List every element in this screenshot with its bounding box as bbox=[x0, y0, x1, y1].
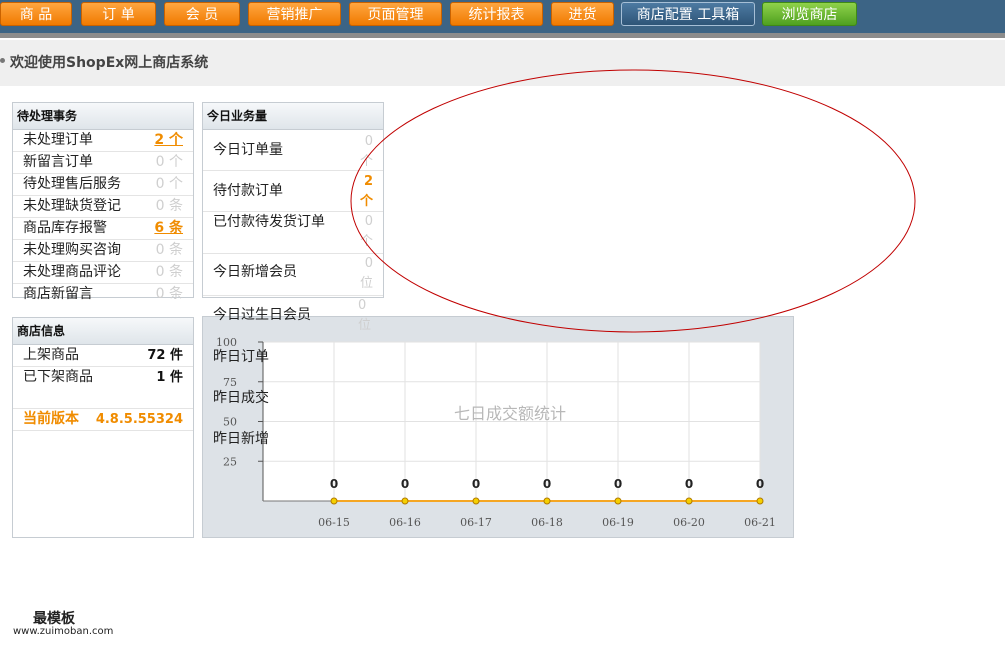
shop-info-label: 上架商品 bbox=[23, 347, 79, 363]
tab-members[interactable]: 会 员 bbox=[164, 2, 240, 26]
pending-label: 未处理商品评论 bbox=[23, 264, 121, 280]
list-item: 当前版本 4.8.5.55324 bbox=[13, 409, 193, 431]
shop-info-value: 1 件 bbox=[156, 370, 183, 385]
x-tick-label: 06-15 bbox=[318, 516, 350, 529]
list-item: 未处理商品评论 0 条 bbox=[13, 262, 193, 284]
tab-purchase[interactable]: 进货 bbox=[551, 2, 614, 26]
list-item[interactable]: 商品库存报警 6 条 bbox=[13, 218, 193, 240]
shop-info-title: 商店信息 bbox=[13, 318, 193, 345]
pending-count-link[interactable]: 2 个 bbox=[154, 130, 183, 151]
pending-count: 0 条 bbox=[155, 286, 183, 302]
data-point bbox=[543, 497, 551, 505]
welcome-text: 欢迎使用ShopEx网上商店系统 bbox=[10, 55, 209, 71]
tab-browse-store[interactable]: 浏览商店 bbox=[762, 2, 857, 26]
tab-page-management[interactable]: 页面管理 bbox=[349, 2, 442, 26]
sales-line-chart: 10075502506-15 06-16 06-17 06-18 06-19 06-20 0… bbox=[216, 336, 776, 529]
business-label-overflow: 昨日成交 bbox=[213, 390, 269, 406]
x-tick-label: 06-16 bbox=[389, 516, 421, 529]
pending-count: 0 条 bbox=[155, 264, 183, 280]
business-label: 今日新增会员 bbox=[213, 264, 297, 280]
version-label: 当前版本 bbox=[23, 411, 79, 427]
data-label: 0 bbox=[472, 477, 480, 491]
data-label: 0 bbox=[685, 477, 693, 491]
y-tick-label: 50 bbox=[223, 416, 237, 429]
data-point bbox=[330, 497, 338, 505]
pending-label: 待处理售后服务 bbox=[23, 176, 121, 192]
footer-logo: 最模板 bbox=[33, 611, 75, 627]
shop-info-value: 72 件 bbox=[147, 348, 183, 363]
nav-divider bbox=[0, 33, 1005, 38]
tab-marketing[interactable]: 营销推广 bbox=[248, 2, 341, 26]
data-label: 0 bbox=[756, 477, 764, 491]
data-label: 0 bbox=[543, 477, 551, 491]
chart-title: 七日成交额统计 bbox=[454, 404, 566, 423]
tab-statistics[interactable]: 统计报表 bbox=[450, 2, 543, 26]
list-item: 待处理售后服务 0 个 bbox=[13, 174, 193, 196]
data-point bbox=[614, 497, 622, 505]
sales-chart-container: 100 75 50 25 06-15 06-16 06-17 06-18 06-19 06-20 0… bbox=[202, 316, 794, 538]
pending-count: 0 条 bbox=[155, 242, 183, 258]
data-label: 0 bbox=[614, 477, 622, 491]
x-tick-label: 06-20 bbox=[673, 516, 705, 529]
list-item: 未处理缺货登记 0 条 bbox=[13, 196, 193, 218]
shop-info-panel: 商店信息 上架商品 72 件 已下架商品 1 件 当前版本 4.8.5.55324 bbox=[12, 317, 194, 538]
list-item[interactable]: 未处理订单 2 个 bbox=[13, 130, 193, 152]
business-label-overflow: 昨日新增 bbox=[213, 431, 269, 447]
x-tick-label: 06-18 bbox=[531, 516, 563, 529]
pending-label: 商店新留言 bbox=[23, 286, 93, 302]
shop-info-label: 已下架商品 bbox=[23, 369, 93, 385]
x-tick-label: 06-19 bbox=[602, 516, 634, 529]
pending-label: 未处理订单 bbox=[23, 132, 93, 148]
tab-orders[interactable]: 订 单 bbox=[81, 2, 156, 26]
x-tick-label: 06-21 bbox=[744, 516, 776, 529]
business-label-overflow: 今日过生日会员 bbox=[213, 307, 311, 323]
x-tick-label: 06-17 bbox=[460, 516, 492, 529]
pending-label: 新留言订单 bbox=[23, 154, 93, 170]
pending-label: 商品库存报警 bbox=[23, 220, 107, 236]
tab-products[interactable]: 商 品 bbox=[0, 2, 72, 26]
pending-tasks-title: 待处理事务 bbox=[13, 103, 193, 130]
list-item: 商店新留言 0 条 bbox=[13, 284, 193, 305]
data-label: 0 bbox=[330, 477, 338, 491]
business-label-overflow: 昨日订单 bbox=[213, 349, 269, 365]
pending-count: 0 个 bbox=[155, 154, 183, 170]
pending-count-link[interactable]: 6 条 bbox=[154, 218, 183, 239]
list-item: 新留言订单 0 个 bbox=[13, 152, 193, 174]
y-tick-label: 25 bbox=[223, 455, 237, 468]
list-item: 上架商品 72 件 bbox=[13, 345, 193, 367]
version-value: 4.8.5.55324 bbox=[95, 412, 183, 427]
business-label: 待付款订单 bbox=[213, 183, 283, 199]
list-item: 已下架商品 1 件 bbox=[13, 367, 193, 409]
list-item: 未处理购买咨询 0 条 bbox=[13, 240, 193, 262]
data-label: 0 bbox=[401, 477, 409, 491]
business-label: 今日订单量 bbox=[213, 142, 283, 158]
pending-tasks-panel: 待处理事务 未处理订单 2 个 新留言订单 0 个 待处理售后服务 0 个 未处理缺货… bbox=[12, 102, 194, 302]
pending-label: 未处理缺货登记 bbox=[23, 198, 121, 214]
pending-label: 未处理购买咨询 bbox=[23, 242, 121, 258]
data-point bbox=[401, 497, 409, 505]
data-point bbox=[756, 497, 764, 505]
tab-store-config-toolbox[interactable]: 商店配置 工具箱 bbox=[621, 2, 755, 26]
business-label: 已付款待发货订单 bbox=[213, 214, 325, 230]
pending-count: 0 条 bbox=[155, 198, 183, 214]
bullet-icon bbox=[0, 58, 5, 63]
footer-url: www.zuimoban.com bbox=[13, 626, 114, 637]
data-point bbox=[685, 497, 693, 505]
data-point bbox=[472, 497, 480, 505]
pending-count: 0 个 bbox=[155, 176, 183, 192]
top-nav-bar: 商 品 订 单 会 员 营销推广 页面管理 统计报表 进货 商店配置 工具箱 浏… bbox=[0, 0, 1005, 33]
annotation-ellipse bbox=[350, 69, 916, 333]
